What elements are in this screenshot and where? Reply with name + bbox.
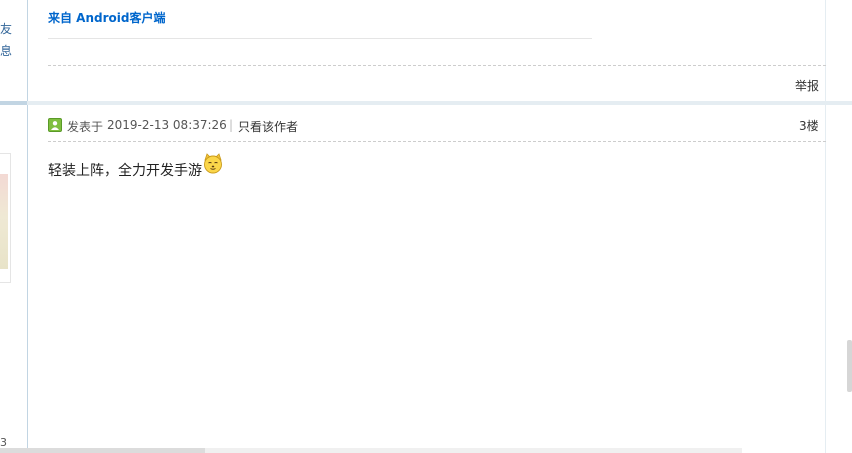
- dog-face-emoji-icon: [202, 152, 224, 174]
- user-online-icon: [48, 118, 62, 132]
- client-signature-link[interactable]: 来自 Android客户端: [48, 9, 165, 26]
- avatar[interactable]: [0, 153, 11, 283]
- divider: [48, 65, 826, 66]
- post-separator-accent: [0, 101, 27, 105]
- author-only-link[interactable]: 只看该作者: [238, 118, 298, 135]
- floor-number[interactable]: 3楼: [799, 117, 819, 134]
- content-right-border: [825, 0, 826, 453]
- report-link[interactable]: 举报: [795, 77, 819, 94]
- sidebar-text-fragment[interactable]: 息: [0, 42, 12, 59]
- post-separator: [0, 101, 852, 105]
- horizontal-scrollbar-thumb[interactable]: [0, 448, 205, 453]
- signature-divider: [48, 38, 592, 39]
- header-separator: |: [229, 118, 234, 132]
- divider: [48, 141, 826, 142]
- post-content: 轻装上阵，全力开发手游: [48, 163, 202, 179]
- author-sidebar: 友 息 3: [0, 0, 28, 453]
- vertical-scrollbar-thumb[interactable]: [847, 340, 852, 392]
- posted-label: 发表于: [67, 120, 104, 134]
- post-timestamp: 2019-2-13 08:37:26: [107, 118, 227, 132]
- sidebar-text-fragment[interactable]: 友: [0, 20, 12, 37]
